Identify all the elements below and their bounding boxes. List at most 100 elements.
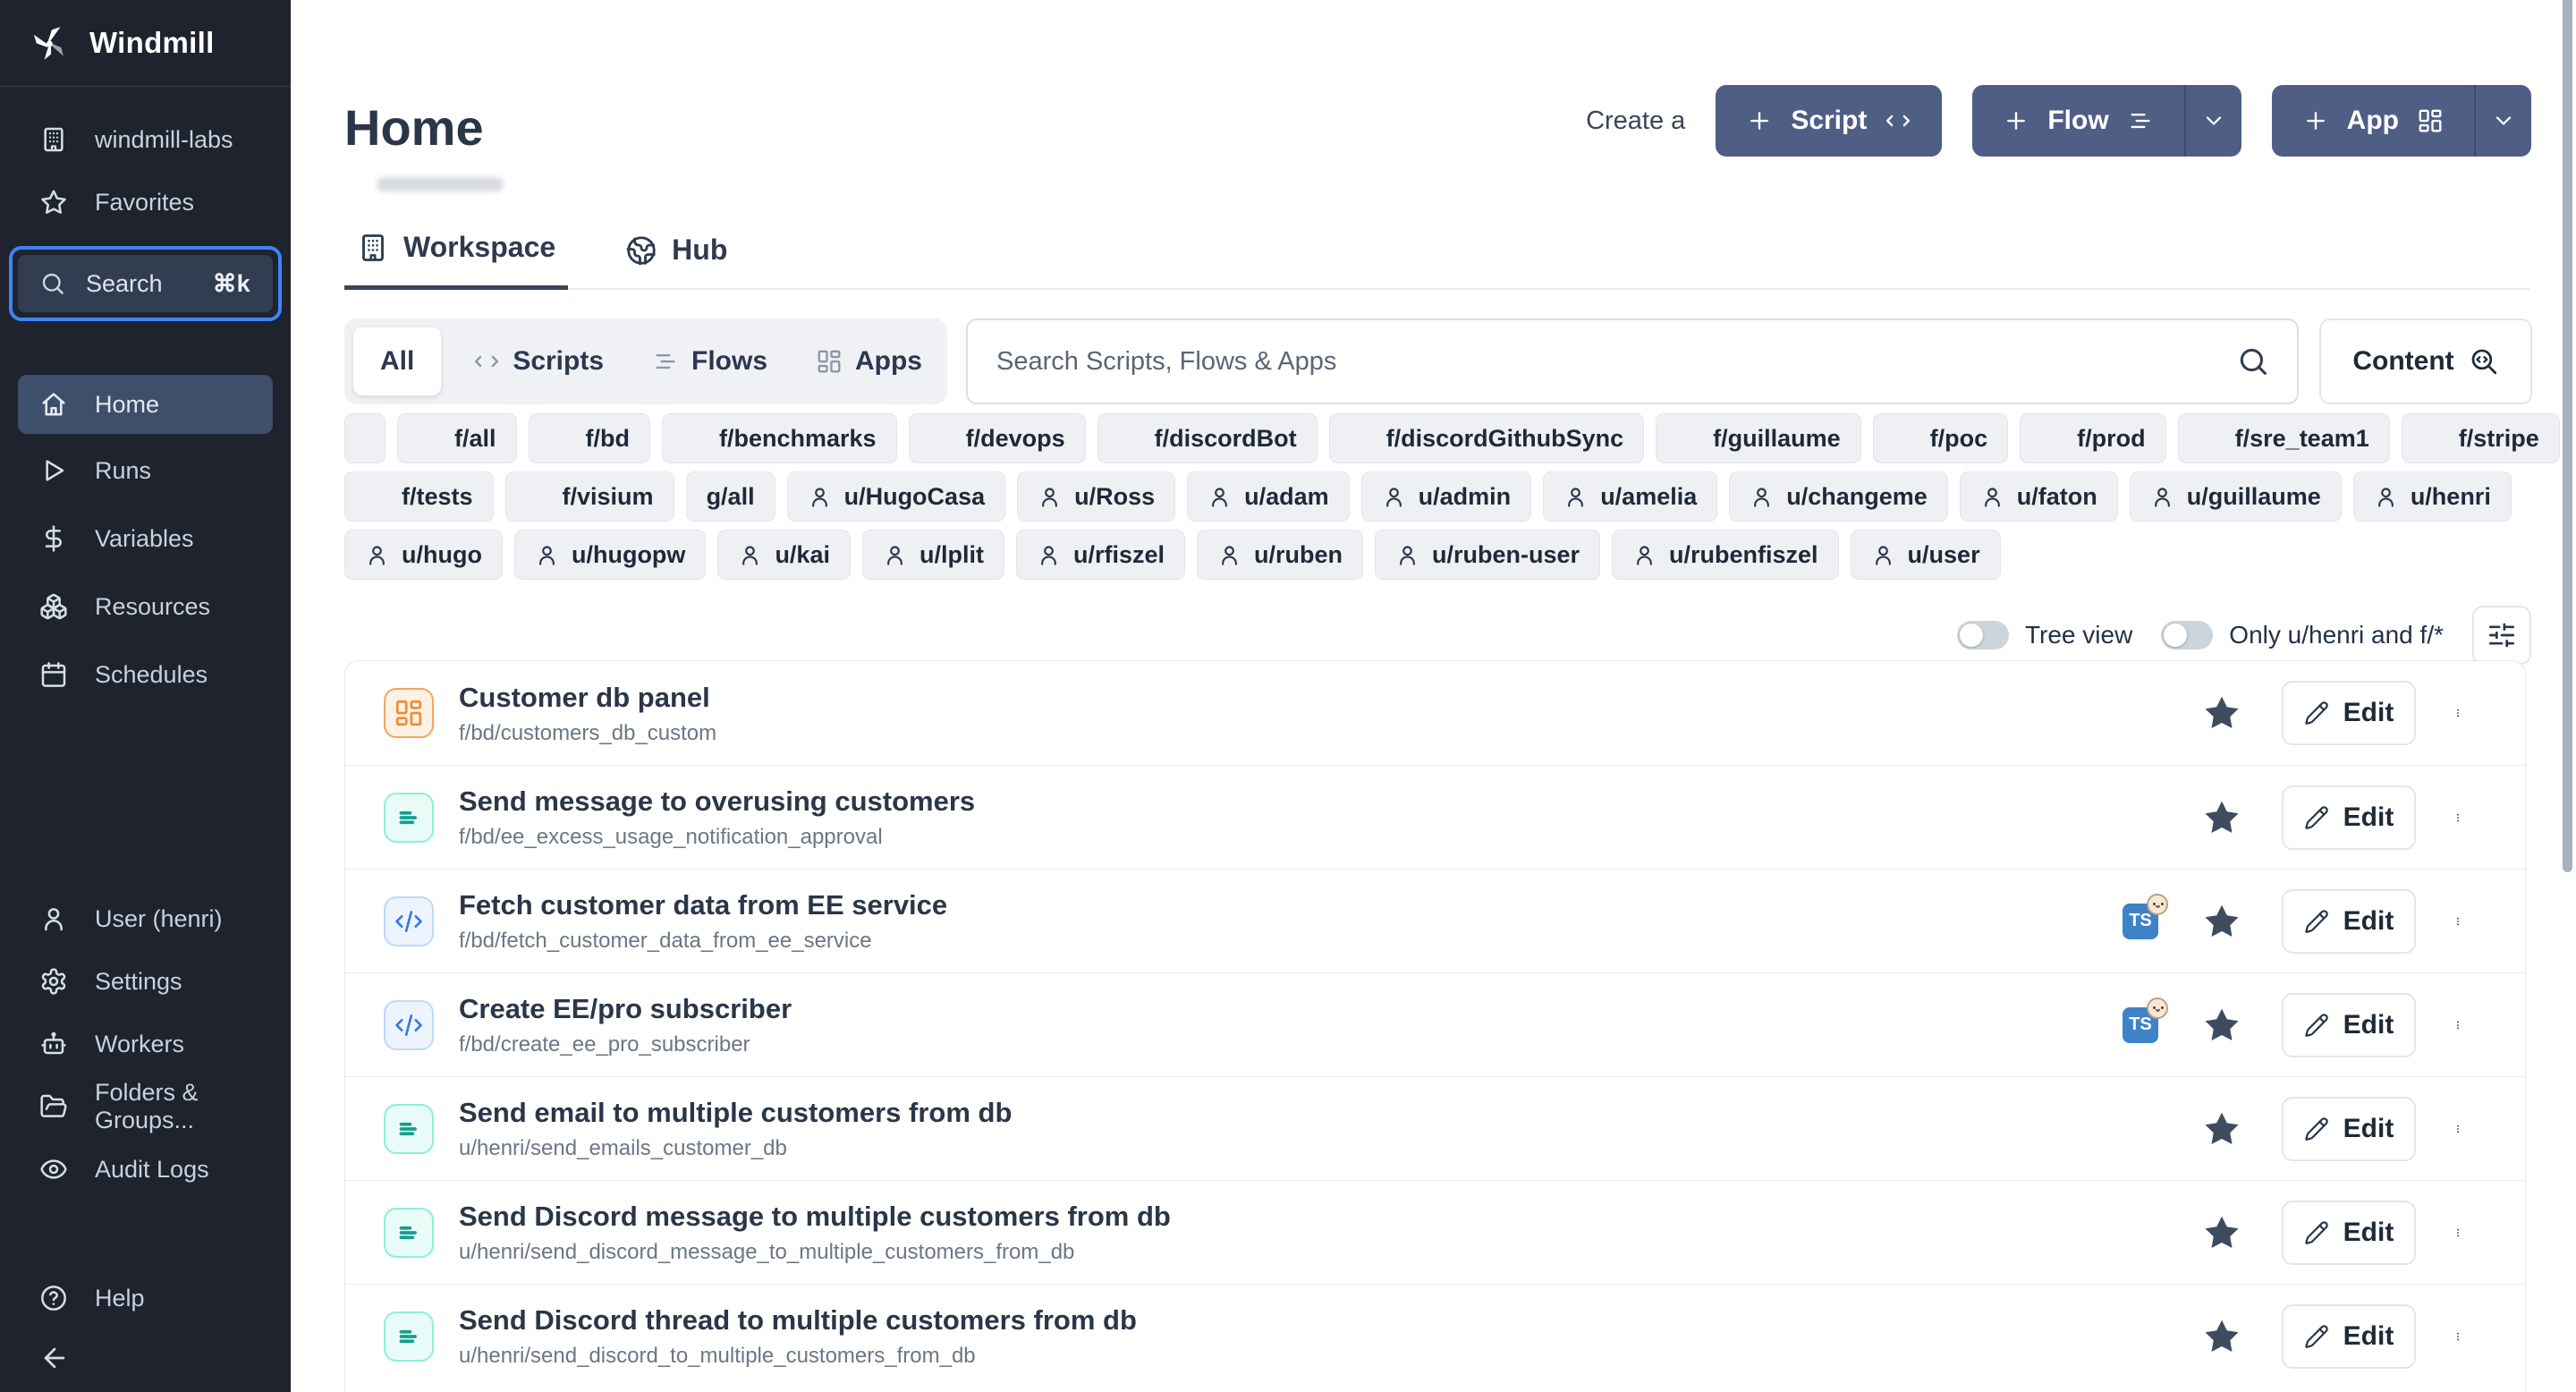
- kebab-menu-icon[interactable]: [2453, 1317, 2462, 1356]
- favorite-star-icon[interactable]: [2201, 901, 2242, 942]
- filter-chip[interactable]: u/ruben: [1197, 530, 1363, 580]
- sidebar-item-home[interactable]: Home: [18, 375, 273, 434]
- create-app-dropdown[interactable]: [2474, 85, 2531, 157]
- sidebar-item-audit-logs[interactable]: Audit Logs: [0, 1138, 291, 1201]
- sidebar-search[interactable]: Search ⌘k: [9, 246, 282, 321]
- list-item[interactable]: Send email to multiple customers from db…: [345, 1076, 2525, 1180]
- filter-chip[interactable]: g/all: [686, 471, 775, 522]
- tree-view-toggle[interactable]: [1957, 621, 2009, 649]
- filter-chip[interactable]: u/kai: [717, 530, 851, 580]
- filter-chip[interactable]: [344, 413, 386, 463]
- create-app-main[interactable]: App: [2272, 85, 2474, 157]
- create-script-button[interactable]: Script: [1716, 85, 1942, 157]
- filter-all[interactable]: All: [353, 327, 441, 395]
- filter-chip[interactable]: u/adam: [1187, 471, 1350, 522]
- filter-chip[interactable]: u/rfiszel: [1016, 530, 1185, 580]
- create-flow-main[interactable]: Flow: [1972, 85, 2183, 157]
- filter-chip[interactable]: f/bd: [529, 413, 650, 463]
- sidebar-item-resources[interactable]: Resources: [0, 575, 291, 638]
- list-item[interactable]: Send Discord thread to multiple customer…: [345, 1284, 2525, 1388]
- edit-button[interactable]: Edit: [2282, 1304, 2416, 1369]
- favorite-star-icon[interactable]: [2201, 692, 2242, 734]
- filter-chip[interactable]: f/prod: [2020, 413, 2165, 463]
- kebab-menu-icon[interactable]: [2453, 1213, 2462, 1252]
- sidebar-item-workers[interactable]: Workers: [0, 1013, 291, 1075]
- filter-chip[interactable]: u/lplit: [862, 530, 1004, 580]
- list-item[interactable]: Fetch customer data from EE servicef/bd/…: [345, 869, 2525, 972]
- filter-chip[interactable]: f/all: [397, 413, 517, 463]
- filter-chip[interactable]: u/faton: [1960, 471, 2118, 522]
- item-title[interactable]: Create EE/pro subscriber: [459, 993, 792, 1025]
- filter-chip[interactable]: u/HugoCasa: [787, 471, 1006, 522]
- kebab-menu-icon[interactable]: [2453, 693, 2462, 733]
- sidebar-item-help[interactable]: Help: [0, 1267, 291, 1329]
- favorite-star-icon[interactable]: [2201, 1108, 2242, 1150]
- item-title[interactable]: Fetch customer data from EE service: [459, 889, 947, 921]
- tab-hub[interactable]: Hub: [613, 233, 740, 288]
- search-input[interactable]: [968, 347, 2236, 377]
- sidebar-item-variables[interactable]: Variables: [0, 507, 291, 570]
- list-item[interactable]: Send message to overusing customersf/bd/…: [345, 765, 2525, 869]
- favorite-star-icon[interactable]: [2201, 797, 2242, 838]
- tab-workspace[interactable]: Workspace: [344, 231, 568, 290]
- filter-chip[interactable]: u/rubenfiszel: [1612, 530, 1839, 580]
- favorite-star-icon[interactable]: [2201, 1005, 2242, 1046]
- filter-chip[interactable]: u/henri: [2353, 471, 2512, 522]
- filter-chip[interactable]: f/guillaume: [1656, 413, 1861, 463]
- favorite-star-icon[interactable]: [2201, 1212, 2242, 1253]
- filter-chip[interactable]: f/stripe: [2402, 413, 2560, 463]
- item-title[interactable]: Customer db panel: [459, 682, 716, 714]
- filter-apps[interactable]: Apps: [800, 346, 938, 377]
- filter-chip[interactable]: f/tests: [344, 471, 494, 522]
- filter-chip[interactable]: u/admin: [1361, 471, 1532, 522]
- filter-chip[interactable]: f/sre_team1: [2178, 413, 2390, 463]
- item-title[interactable]: Send message to overusing customers: [459, 785, 975, 818]
- sidebar-item-schedules[interactable]: Schedules: [0, 643, 291, 706]
- filter-chip[interactable]: f/visium: [505, 471, 674, 522]
- edit-button[interactable]: Edit: [2282, 889, 2416, 954]
- edit-button[interactable]: Edit: [2282, 993, 2416, 1057]
- search-icon[interactable]: [2236, 344, 2270, 378]
- page-scrollbar[interactable]: [2563, 0, 2572, 872]
- list-item[interactable]: Customer db panelf/bd/customers_db_custo…: [345, 661, 2525, 765]
- filter-chip[interactable]: u/amelia: [1543, 471, 1717, 522]
- filter-chip[interactable]: f/discordGithubSync: [1329, 413, 1645, 463]
- kebab-menu-icon[interactable]: [2453, 1109, 2462, 1149]
- kebab-menu-icon[interactable]: [2453, 798, 2462, 837]
- favorite-star-icon[interactable]: [2201, 1316, 2242, 1357]
- filter-chip[interactable]: f/benchmarks: [662, 413, 897, 463]
- kebab-menu-icon[interactable]: [2453, 1006, 2462, 1045]
- filter-chip[interactable]: u/user: [1851, 530, 2001, 580]
- filter-scripts[interactable]: Scripts: [457, 346, 620, 377]
- sidebar-item-folders-groups[interactable]: Folders & Groups...: [0, 1075, 291, 1138]
- filter-chip[interactable]: u/guillaume: [2130, 471, 2342, 522]
- edit-button[interactable]: Edit: [2282, 1201, 2416, 1265]
- edit-button[interactable]: Edit: [2282, 785, 2416, 850]
- sidebar-item-settings[interactable]: Settings: [0, 950, 291, 1013]
- filter-chip[interactable]: f/poc: [1873, 413, 2009, 463]
- filter-flows[interactable]: Flows: [636, 346, 784, 377]
- edit-button[interactable]: Edit: [2282, 1097, 2416, 1161]
- filter-chip[interactable]: u/hugo: [344, 530, 503, 580]
- create-flow-dropdown[interactable]: [2184, 85, 2241, 157]
- list-item[interactable]: Send Discord message to multiple custome…: [345, 1180, 2525, 1284]
- edit-button[interactable]: Edit: [2282, 681, 2416, 745]
- item-title[interactable]: Send Discord thread to multiple customer…: [459, 1304, 1137, 1337]
- filter-chip[interactable]: u/hugopw: [514, 530, 706, 580]
- filter-chip[interactable]: f/discordBot: [1097, 413, 1318, 463]
- item-title[interactable]: Send Discord message to multiple custome…: [459, 1201, 1171, 1233]
- sidebar-item-user[interactable]: User (henri): [0, 887, 291, 950]
- content-search-button[interactable]: Content: [2319, 318, 2532, 404]
- filter-chip[interactable]: u/changeme: [1729, 471, 1948, 522]
- item-title[interactable]: Send email to multiple customers from db: [459, 1097, 1012, 1129]
- sidebar-item-favorites[interactable]: Favorites: [0, 171, 291, 233]
- filter-chip[interactable]: u/ruben-user: [1375, 530, 1600, 580]
- collapse-sidebar-button[interactable]: [0, 1333, 291, 1383]
- filter-settings-button[interactable]: [2472, 606, 2531, 665]
- filter-chip[interactable]: u/Ross: [1017, 471, 1175, 522]
- sidebar-item-workspace[interactable]: windmill-labs: [0, 108, 291, 171]
- list-item[interactable]: Create EE/pro subscriberf/bd/create_ee_p…: [345, 972, 2525, 1076]
- filter-chip[interactable]: f/devops: [909, 413, 1086, 463]
- only-mine-toggle[interactable]: [2161, 621, 2213, 649]
- kebab-menu-icon[interactable]: [2453, 902, 2462, 941]
